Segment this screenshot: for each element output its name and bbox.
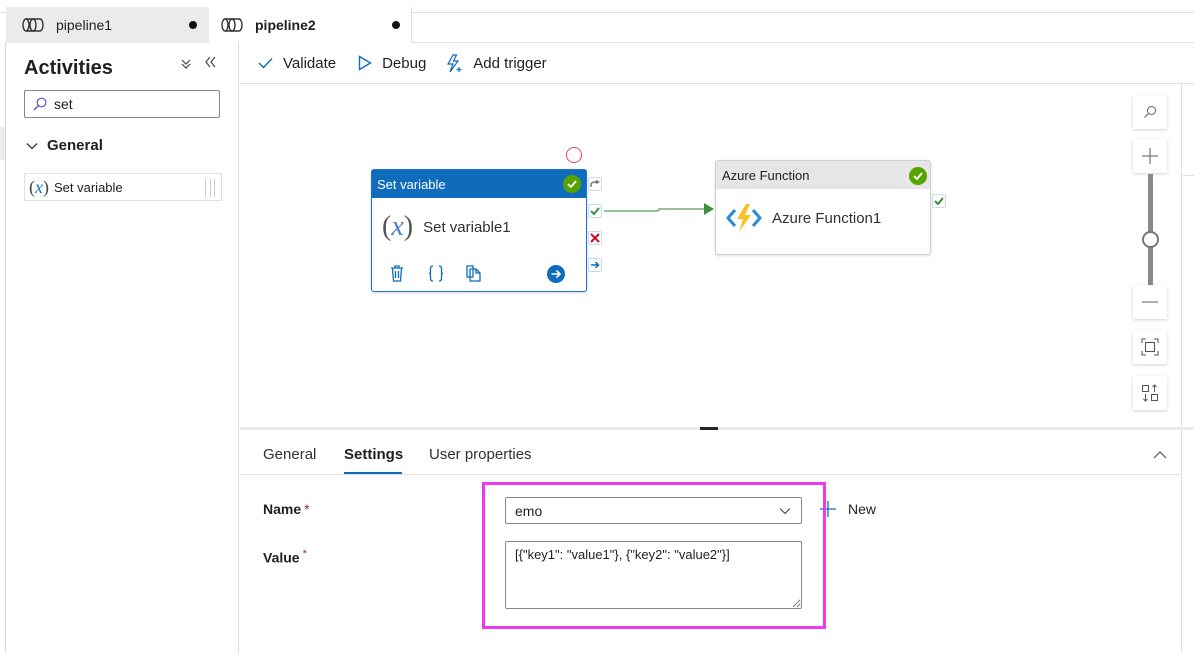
pipeline-toolbar: Validate Debug Add trigger — [240, 43, 1194, 84]
activity-item-label: Set variable — [54, 179, 123, 195]
node-type-label: Set variable — [377, 176, 446, 192]
chevron-up-icon — [1153, 451, 1167, 459]
activity-node-azure-function[interactable]: Azure Function Azure Function1 — [715, 160, 931, 255]
properties-panel: General Settings User properties Name * e… — [240, 430, 1182, 653]
collapse-panel-button[interactable] — [1153, 446, 1167, 464]
activities-search-box[interactable] — [24, 90, 220, 118]
validation-success-icon — [563, 175, 581, 193]
collapse-all-icon[interactable] — [180, 57, 192, 73]
fit-to-screen-button[interactable] — [1133, 330, 1167, 364]
breakpoint-marker[interactable] — [566, 147, 582, 163]
search-icon — [33, 97, 47, 111]
unsaved-indicator — [189, 21, 197, 29]
azure-function-icon — [726, 204, 762, 232]
tab-label: pipeline1 — [56, 17, 113, 33]
selected-variable: emo — [515, 502, 543, 519]
set-variable-icon: (x) — [29, 176, 49, 197]
failure-port-icon[interactable] — [588, 231, 602, 245]
node-body: Azure Function1 — [716, 189, 930, 247]
node-header: Azure Function — [716, 161, 930, 189]
variable-name-dropdown[interactable]: emo — [505, 497, 802, 524]
chevron-down-icon — [779, 508, 791, 515]
navigate-arrow-icon[interactable] — [547, 265, 565, 283]
canvas-right-divider-h — [1181, 175, 1194, 176]
auto-align-icon — [1142, 384, 1158, 402]
debug-button[interactable]: Debug — [358, 55, 426, 72]
node-actions — [388, 264, 578, 284]
variable-value-input[interactable]: [{"key1": "value1"}, {"key2": "value2"}] — [505, 541, 802, 609]
tab-settings[interactable]: Settings — [344, 446, 403, 463]
required-marker: * — [302, 548, 307, 560]
pipeline-canvas[interactable]: Set variable (x) Set variable1 Azure Fun… — [240, 84, 1194, 427]
zoom-in-button[interactable] — [1133, 139, 1167, 173]
activities-title: Activities — [24, 57, 113, 79]
zoom-slider-thumb[interactable] — [1142, 231, 1159, 248]
tab-pipeline2[interactable]: pipeline2 — [209, 7, 412, 43]
double-chevron-down-icon — [181, 59, 191, 69]
completion-port-icon[interactable] — [588, 258, 602, 272]
set-variable-icon: (x) — [382, 211, 414, 242]
debug-label: Debug — [382, 54, 427, 72]
add-trigger-button[interactable]: Add trigger — [446, 53, 547, 73]
canvas-right-divider — [1181, 84, 1182, 427]
double-chevron-left-icon — [205, 56, 216, 68]
pipeline-icon — [22, 18, 44, 32]
new-label: New — [848, 501, 877, 517]
activities-panel: Activities General (x) Set variable — [5, 43, 239, 653]
activity-item-set-variable[interactable]: (x) Set variable — [24, 173, 222, 201]
name-field-label: Name * — [263, 501, 310, 517]
validation-success-icon — [909, 167, 927, 185]
plus-icon — [820, 501, 836, 517]
fit-to-screen-icon — [1141, 338, 1159, 356]
node-type-label: Azure Function — [722, 167, 810, 183]
auto-align-button[interactable] — [1133, 376, 1167, 410]
activities-search-input[interactable] — [54, 96, 214, 112]
drag-handle-icon[interactable] — [205, 179, 215, 197]
activity-group-general[interactable]: General — [26, 137, 103, 154]
node-name: Set variable1 — [423, 218, 511, 236]
tab-pipeline1[interactable]: pipeline1 — [6, 7, 209, 43]
group-label: General — [47, 137, 103, 154]
unsaved-indicator — [392, 21, 400, 29]
validate-button[interactable]: Validate — [258, 55, 336, 72]
skip-port-icon[interactable] — [588, 177, 602, 191]
chevron-down-icon — [26, 142, 38, 149]
node-body: (x) Set variable1 — [372, 198, 586, 256]
tabs-divider — [240, 474, 1180, 475]
tab-user-properties[interactable]: User properties — [429, 446, 532, 463]
success-port-icon[interactable] — [588, 204, 602, 218]
collapse-panel-icon[interactable] — [204, 55, 216, 74]
search-canvas-button[interactable] — [1133, 95, 1167, 129]
zoom-out-button[interactable] — [1133, 285, 1167, 319]
minus-icon — [1142, 301, 1158, 303]
plus-icon — [1142, 148, 1158, 164]
validate-label: Validate — [283, 54, 337, 72]
node-header: Set variable — [372, 170, 586, 198]
node-name: Azure Function1 — [772, 209, 882, 227]
code-braces-icon[interactable] — [428, 265, 444, 282]
add-trigger-label: Add trigger — [473, 54, 547, 72]
clone-icon[interactable] — [466, 265, 482, 282]
zoom-slider-track[interactable] — [1148, 174, 1153, 286]
new-variable-button[interactable]: New — [820, 501, 876, 517]
activity-node-set-variable[interactable]: Set variable (x) Set variable1 — [371, 169, 587, 292]
delete-icon[interactable] — [390, 265, 404, 282]
value-field-label: Value * — [263, 548, 307, 566]
play-icon — [358, 55, 372, 71]
pipeline-icon — [221, 18, 243, 32]
tab-label: pipeline2 — [255, 17, 316, 33]
success-connector-arrow[interactable] — [600, 199, 720, 219]
required-marker: * — [304, 501, 310, 517]
search-icon — [1144, 106, 1156, 118]
success-port-icon[interactable] — [932, 194, 946, 208]
tab-general[interactable]: General — [263, 446, 316, 463]
trigger-lightning-icon — [447, 53, 462, 72]
checkmark-icon — [258, 58, 273, 69]
